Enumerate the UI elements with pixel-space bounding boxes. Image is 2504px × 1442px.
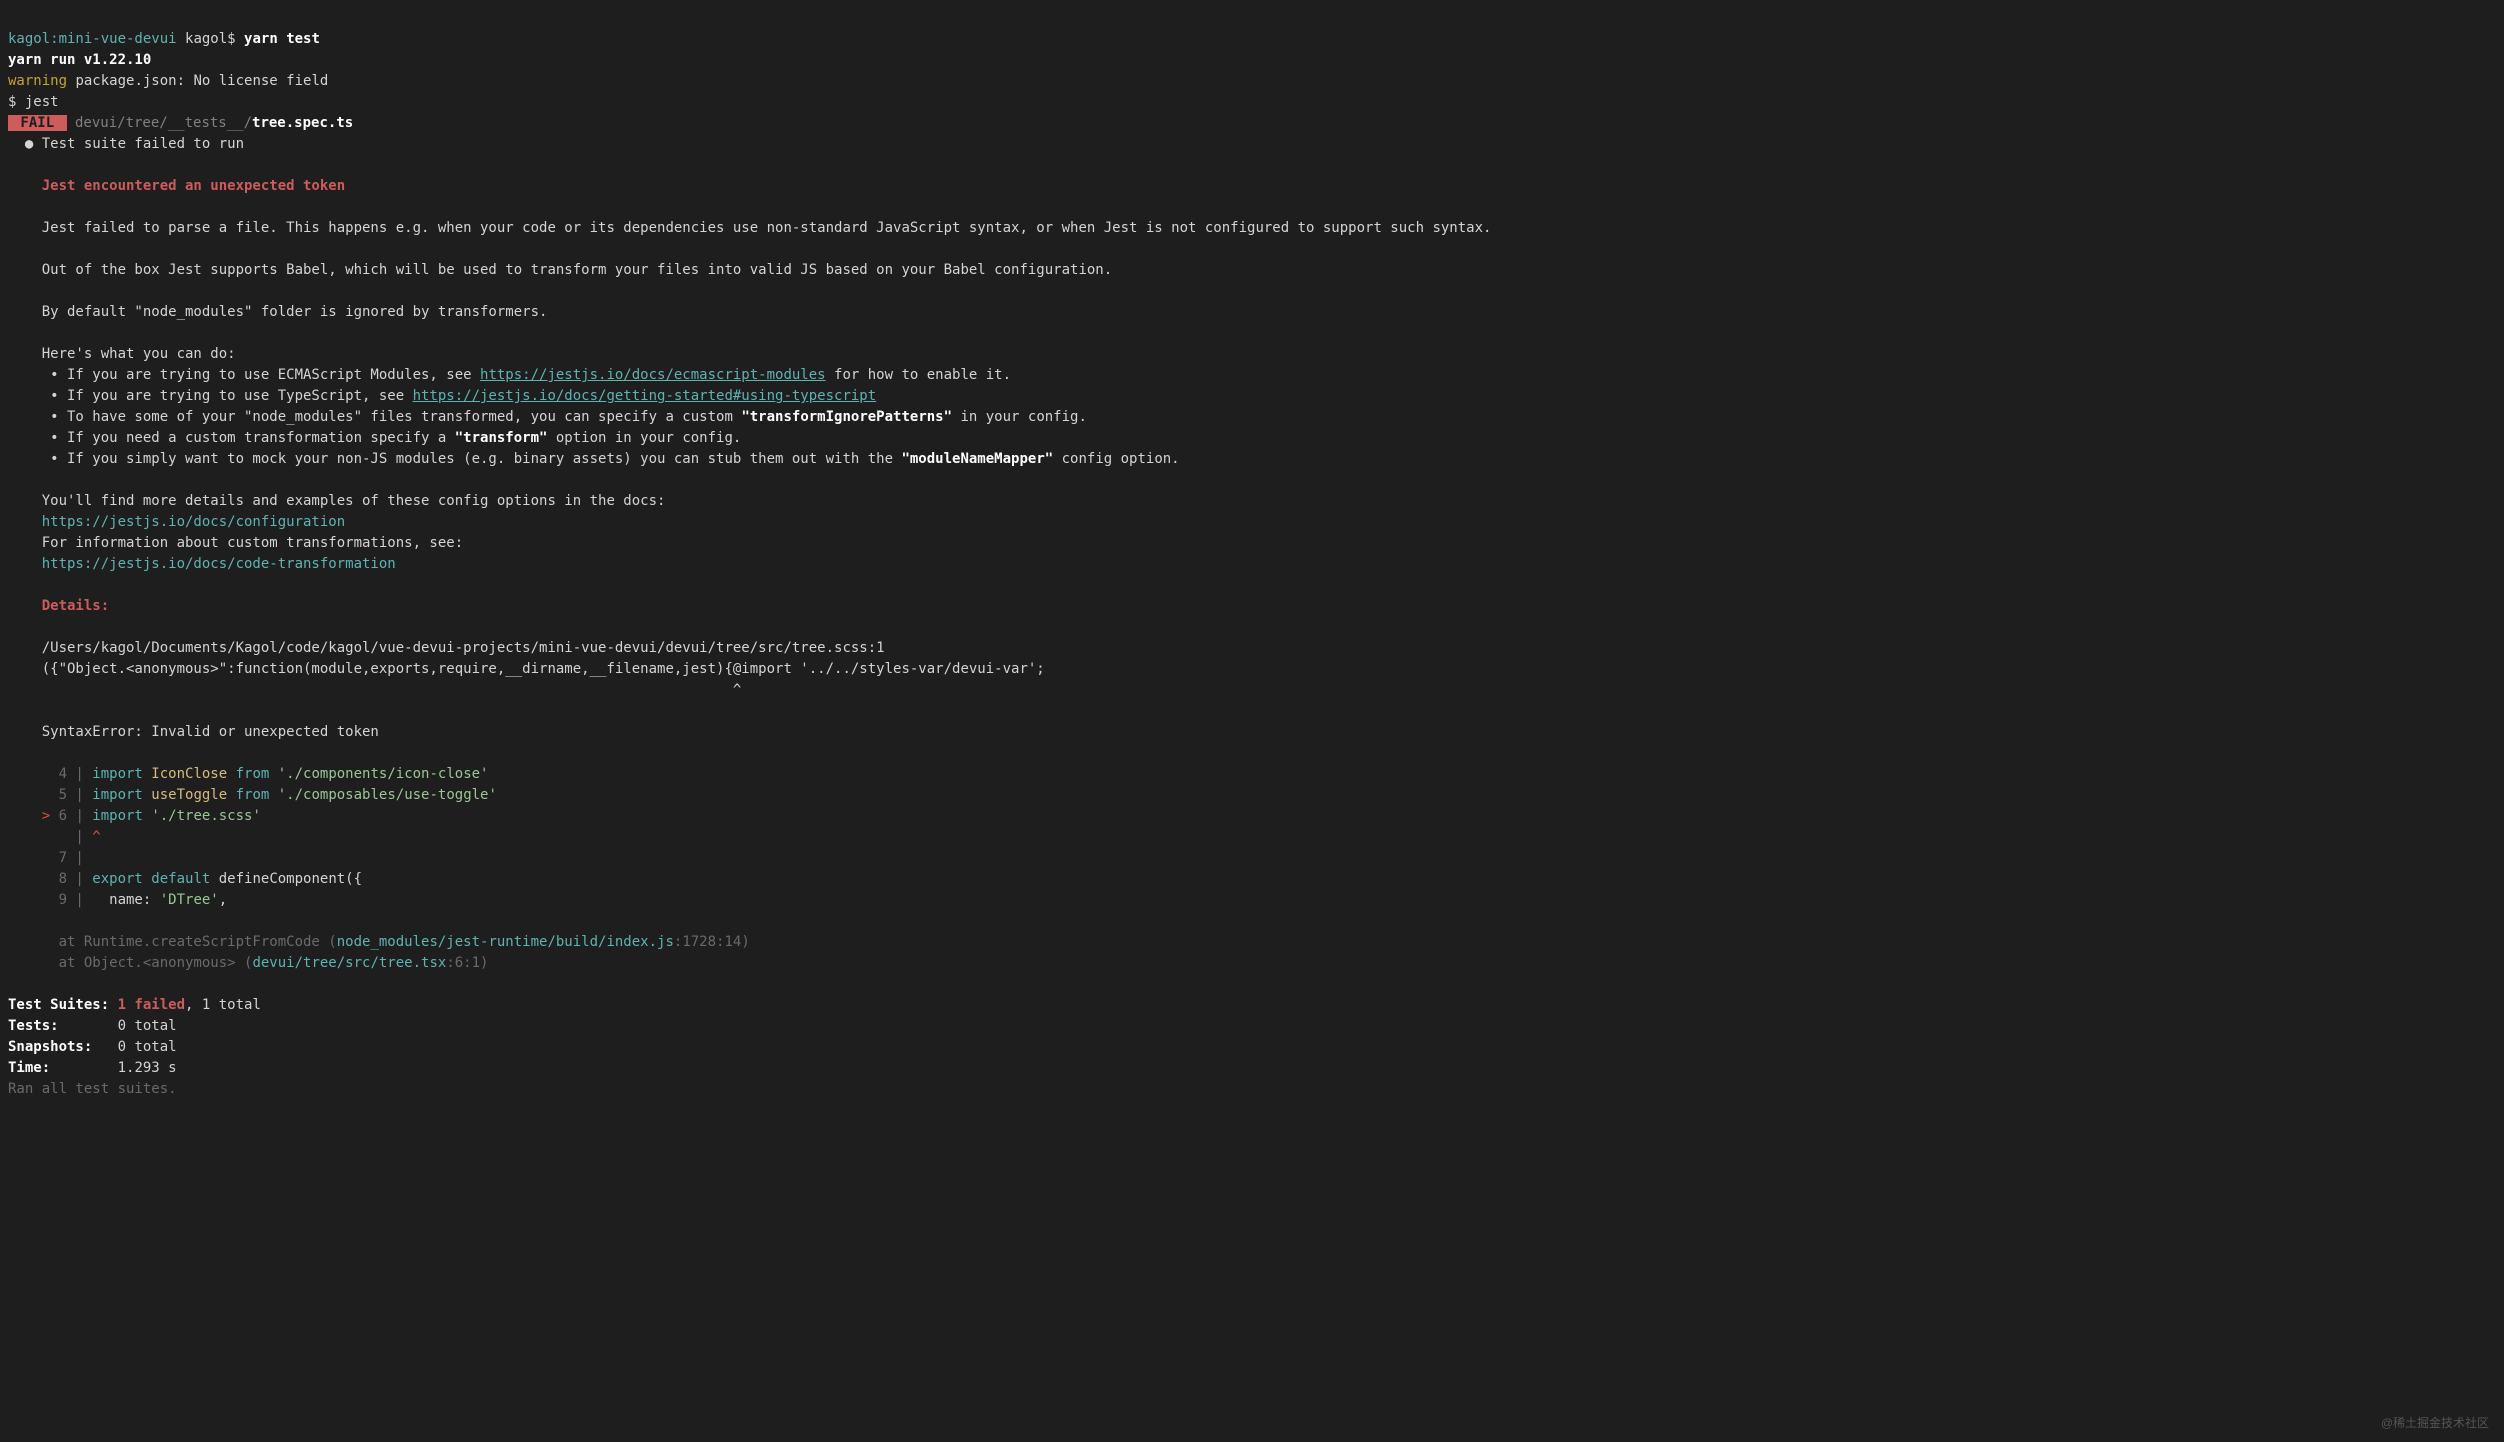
code-line-6: > 6 | import './tree.scss' bbox=[8, 808, 261, 824]
docs-intro: You'll find more details and examples of… bbox=[8, 493, 665, 509]
summary-time: Time: 1.293 s bbox=[8, 1060, 177, 1076]
bullet-2: • If you are trying to use TypeScript, s… bbox=[8, 388, 876, 404]
bullet-1: • If you are trying to use ECMAScript Mo… bbox=[8, 367, 1011, 383]
prompt-dollar: $ bbox=[227, 31, 235, 47]
error-paragraph-3: By default "node_modules" folder is igno… bbox=[8, 304, 547, 320]
prompt-user: kagol bbox=[185, 31, 227, 47]
stack-2: at Object.<anonymous> (devui/tree/src/tr… bbox=[8, 955, 488, 971]
prompt-path: kagol:mini-vue-devui bbox=[8, 31, 177, 47]
error-title: Jest encountered an unexpected token bbox=[8, 178, 345, 194]
stack-1: at Runtime.createScriptFromCode (node_mo… bbox=[8, 934, 750, 950]
error-paragraph-1: Jest failed to parse a file. This happen… bbox=[8, 220, 1491, 236]
summary-tests: Tests: 0 total bbox=[8, 1018, 177, 1034]
test-path-dir: devui/tree/__tests__/ bbox=[67, 115, 252, 131]
code-line-8: 8 | export default defineComponent({ bbox=[8, 871, 362, 887]
link-ecma[interactable]: https://jestjs.io/docs/ecmascript-module… bbox=[480, 367, 826, 383]
terminal-output: kagol:mini-vue-devui kagol$ yarn test ya… bbox=[8, 8, 2496, 1100]
prompt-line: kagol:mini-vue-devui kagol$ yarn test bbox=[8, 31, 320, 47]
link-typescript[interactable]: https://jestjs.io/docs/getting-started#u… bbox=[413, 388, 877, 404]
code-line-9: 9 | name: 'DTree', bbox=[8, 892, 227, 908]
summary-ran: Ran all test suites. bbox=[8, 1081, 177, 1097]
summary-suites: Test Suites: 1 failed, 1 total bbox=[8, 997, 261, 1013]
suite-fail-msg: ● Test suite failed to run bbox=[8, 136, 244, 152]
bullet-5: • If you simply want to mock your non-JS… bbox=[8, 451, 1180, 467]
syntax-error: SyntaxError: Invalid or unexpected token bbox=[8, 724, 379, 740]
fail-badge: FAIL bbox=[8, 115, 67, 131]
warning-line: warning package.json: No license field bbox=[8, 73, 328, 89]
code-line-7: 7 | bbox=[8, 850, 84, 866]
docs-custom: For information about custom transformat… bbox=[8, 535, 463, 551]
summary-snapshots: Snapshots: 0 total bbox=[8, 1039, 177, 1055]
warning-label: warning bbox=[8, 73, 67, 89]
code-line-5: 5 | import useToggle from './composables… bbox=[8, 787, 497, 803]
heres-what: Here's what you can do: bbox=[8, 346, 236, 362]
warning-msg: package.json: No license field bbox=[67, 73, 328, 89]
jest-cmd: $ jest bbox=[8, 94, 59, 110]
error-obj-line: ({"Object.<anonymous>":function(module,e… bbox=[8, 661, 1045, 677]
error-caret: ^ bbox=[8, 682, 741, 698]
yarn-run: yarn run v1.22.10 bbox=[8, 52, 151, 68]
code-line-6-caret: | ^ bbox=[8, 829, 101, 845]
error-file: /Users/kagol/Documents/Kagol/code/kagol/… bbox=[8, 640, 885, 656]
link-transform[interactable]: https://jestjs.io/docs/code-transformati… bbox=[8, 556, 396, 572]
watermark: @稀土掘金技术社区 bbox=[2381, 1414, 2489, 1432]
command: yarn test bbox=[244, 31, 320, 47]
bullet-3: • To have some of your "node_modules" fi… bbox=[8, 409, 1087, 425]
details-label: Details: bbox=[8, 598, 109, 614]
test-path-file: tree.spec.ts bbox=[252, 115, 353, 131]
bullet-4: • If you need a custom transformation sp… bbox=[8, 430, 741, 446]
code-line-4: 4 | import IconClose from './components/… bbox=[8, 766, 488, 782]
error-paragraph-2: Out of the box Jest supports Babel, whic… bbox=[8, 262, 1112, 278]
link-config[interactable]: https://jestjs.io/docs/configuration bbox=[8, 514, 345, 530]
fail-line: FAIL devui/tree/__tests__/tree.spec.ts bbox=[8, 115, 353, 131]
